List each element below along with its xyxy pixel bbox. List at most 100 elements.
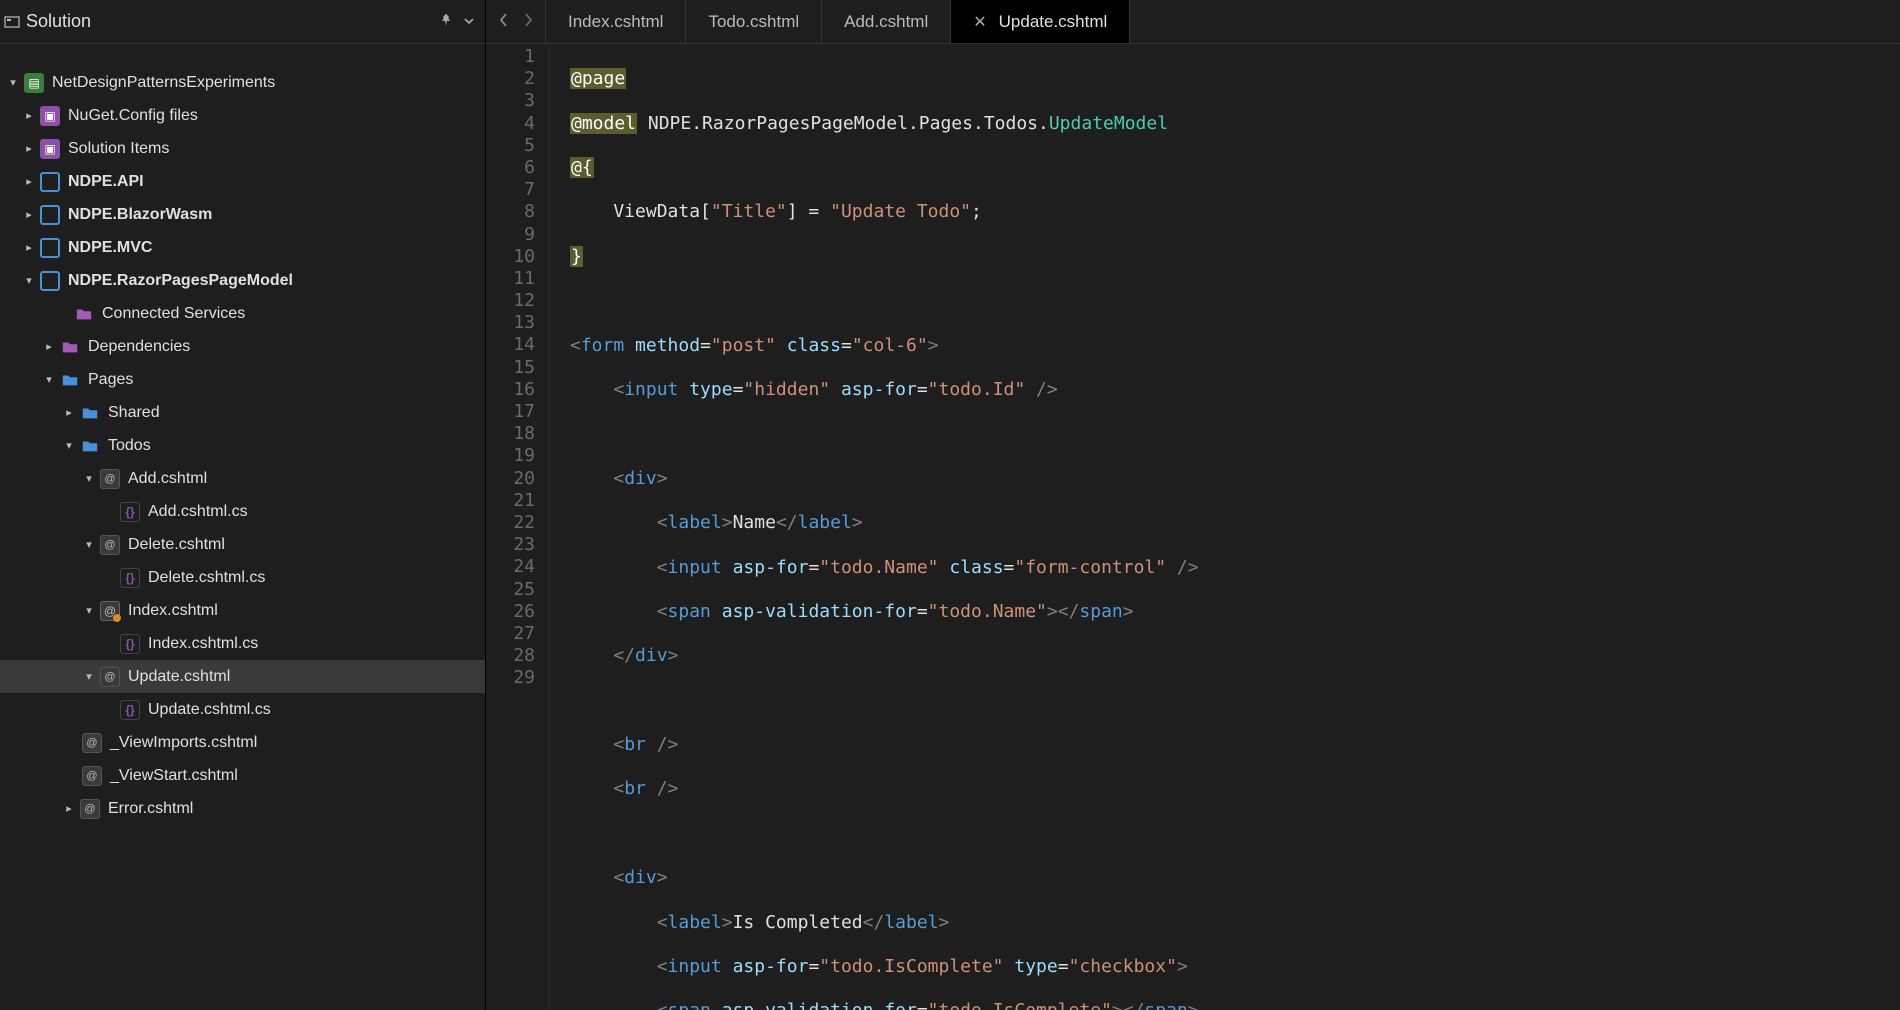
chevron-right-icon[interactable]: ▸ <box>22 241 36 254</box>
folder-icon: ▣ <box>40 139 60 159</box>
tree-label: Index.cshtml.cs <box>148 635 258 653</box>
csproj-icon <box>40 205 60 225</box>
line-number: 19 <box>486 445 535 467</box>
line-number: 7 <box>486 179 535 201</box>
tree-item-ndpe-mvc[interactable]: ▸ NDPE.MVC <box>0 231 485 264</box>
line-number: 18 <box>486 423 535 445</box>
tree-item-delete-cshtml-cs[interactable]: {} Delete.cshtml.cs <box>0 561 485 594</box>
tree-item-pages[interactable]: ▾ Pages <box>0 363 485 396</box>
tree-item-solution-root[interactable]: ▾ ▤ NetDesignPatternsExperiments <box>0 66 485 99</box>
tree-label: Solution Items <box>68 140 169 158</box>
tree-item-update-cshtml-cs[interactable]: {} Update.cshtml.cs <box>0 693 485 726</box>
line-number: 21 <box>486 490 535 512</box>
line-number: 2 <box>486 68 535 90</box>
line-number-gutter: 1 2 3 4 5 6 7 8 9 10 11 12 13 14 15 16 1… <box>486 46 550 1010</box>
tree-label: _ViewStart.cshtml <box>110 767 238 785</box>
tree-label: Connected Services <box>102 305 245 323</box>
tree-item-dependencies[interactable]: ▸ Dependencies <box>0 330 485 363</box>
chevron-right-icon[interactable]: ▸ <box>22 142 36 155</box>
tree-item-index-cshtml[interactable]: ▾ @ Index.cshtml <box>0 594 485 627</box>
tree-item-viewimports[interactable]: _ViewImports.cshtml <box>0 726 485 759</box>
line-number: 5 <box>486 135 535 157</box>
tree-item-error-cshtml[interactable]: ▸ Error.cshtml <box>0 792 485 825</box>
tree-label: Todos <box>108 437 151 455</box>
tab-index-cshtml[interactable]: Index.cshtml <box>546 0 686 43</box>
tab-todo-cshtml[interactable]: Todo.cshtml <box>686 0 822 43</box>
chevron-down-icon[interactable]: ▾ <box>42 373 56 386</box>
line-number: 4 <box>486 113 535 135</box>
tree-item-todos[interactable]: ▾ Todos <box>0 429 485 462</box>
code-editor[interactable]: 1 2 3 4 5 6 7 8 9 10 11 12 13 14 15 16 1… <box>486 44 1900 1010</box>
line-number: 27 <box>486 623 535 645</box>
tab-add-cshtml[interactable]: Add.cshtml <box>822 0 951 43</box>
razor-file-icon <box>100 535 120 555</box>
tree-label: Dependencies <box>88 338 190 356</box>
line-number: 6 <box>486 157 535 179</box>
tree-item-shared[interactable]: ▸ Shared <box>0 396 485 429</box>
chevron-right-icon[interactable]: ▸ <box>62 802 76 815</box>
tree-label: Shared <box>108 404 160 422</box>
nav-forward-icon[interactable] <box>522 13 534 30</box>
tree-item-ndpe-blazor[interactable]: ▸ NDPE.BlazorWasm <box>0 198 485 231</box>
nav-back-icon[interactable] <box>498 13 510 30</box>
tree-label: _ViewImports.cshtml <box>110 734 257 752</box>
tab-label: Add.cshtml <box>844 12 928 32</box>
csharp-file-icon: {} <box>120 700 140 720</box>
chevron-down-icon[interactable]: ▾ <box>82 472 96 485</box>
solution-project-icon: ▤ <box>24 73 44 93</box>
tree-label: Add.cshtml <box>128 470 207 488</box>
razor-file-icon <box>82 733 102 753</box>
tree-item-index-cshtml-cs[interactable]: {} Index.cshtml.cs <box>0 627 485 660</box>
solution-icon <box>4 14 20 30</box>
chevron-right-icon[interactable]: ▸ <box>22 208 36 221</box>
tree-item-ndpe-api[interactable]: ▸ NDPE.API <box>0 165 485 198</box>
solution-explorer: Solution ▾ ▤ NetDesignPatternsExperiment… <box>0 0 486 1010</box>
tree-label: NDPE.BlazorWasm <box>68 206 212 224</box>
csharp-file-icon: {} <box>120 568 140 588</box>
chevron-down-icon[interactable] <box>463 14 475 30</box>
chevron-down-icon[interactable]: ▾ <box>82 538 96 551</box>
line-number: 9 <box>486 224 535 246</box>
tree-label: Update.cshtml <box>128 668 230 686</box>
chevron-right-icon[interactable]: ▸ <box>42 340 56 353</box>
chevron-right-icon[interactable]: ▸ <box>22 109 36 122</box>
folder-icon <box>80 436 100 456</box>
chevron-down-icon[interactable]: ▾ <box>22 274 36 287</box>
tree-item-nuget[interactable]: ▸ ▣ NuGet.Config files <box>0 99 485 132</box>
tree-item-ndpe-razor[interactable]: ▾ NDPE.RazorPagesPageModel <box>0 264 485 297</box>
tab-label: Update.cshtml <box>999 12 1108 32</box>
line-number: 15 <box>486 357 535 379</box>
package-icon: ▣ <box>40 106 60 126</box>
tree-label: Delete.cshtml.cs <box>148 569 265 587</box>
solution-tree: ▾ ▤ NetDesignPatternsExperiments ▸ ▣ NuG… <box>0 44 485 1010</box>
chevron-down-icon[interactable]: ▾ <box>82 604 96 617</box>
chevron-down-icon[interactable]: ▾ <box>6 76 20 89</box>
chevron-down-icon[interactable]: ▾ <box>62 439 76 452</box>
tree-item-connected-services[interactable]: Connected Services <box>0 297 485 330</box>
editor-area: Index.cshtml Todo.cshtml Add.cshtml ✕ Up… <box>486 0 1900 1010</box>
tree-item-solution-items[interactable]: ▸ ▣ Solution Items <box>0 132 485 165</box>
close-icon[interactable]: ✕ <box>973 12 986 32</box>
tree-label: NDPE.MVC <box>68 239 152 257</box>
line-number: 10 <box>486 246 535 268</box>
dependencies-icon <box>60 337 80 357</box>
tree-item-viewstart[interactable]: _ViewStart.cshtml <box>0 759 485 792</box>
tree-item-add-cshtml-cs[interactable]: {} Add.cshtml.cs <box>0 495 485 528</box>
line-number: 20 <box>486 468 535 490</box>
line-number: 8 <box>486 201 535 223</box>
csproj-icon <box>40 271 60 291</box>
tab-bar: Index.cshtml Todo.cshtml Add.cshtml ✕ Up… <box>486 0 1900 44</box>
chevron-right-icon[interactable]: ▸ <box>22 175 36 188</box>
code-content[interactable]: @page @model NDPE.RazorPagesPageModel.Pa… <box>550 46 1329 1010</box>
tree-label: Index.cshtml <box>128 602 218 620</box>
pin-icon[interactable] <box>439 13 453 30</box>
razor-file-icon <box>100 667 120 687</box>
tree-item-update-cshtml[interactable]: ▾ Update.cshtml <box>0 660 485 693</box>
tree-item-delete-cshtml[interactable]: ▾ Delete.cshtml <box>0 528 485 561</box>
razor-file-icon <box>100 469 120 489</box>
tree-item-add-cshtml[interactable]: ▾ Add.cshtml <box>0 462 485 495</box>
chevron-right-icon[interactable]: ▸ <box>62 406 76 419</box>
line-number: 23 <box>486 534 535 556</box>
chevron-down-icon[interactable]: ▾ <box>82 670 96 683</box>
tab-update-cshtml[interactable]: ✕ Update.cshtml <box>951 0 1130 43</box>
